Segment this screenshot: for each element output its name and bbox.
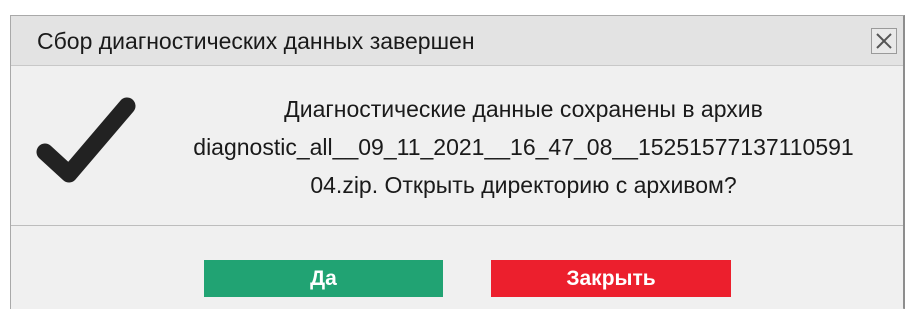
yes-button[interactable]: Да: [204, 260, 443, 297]
button-bar: Да Закрыть: [11, 227, 903, 309]
close-button[interactable]: Закрыть: [491, 260, 731, 297]
message-line-2: diagnostic_all__09_11_2021__16_47_08__15…: [193, 134, 854, 160]
message-text: Диагностические данные сохранены в архив…: [151, 90, 896, 204]
message-line-3: 04.zip. Открыть директорию с архивом?: [310, 172, 737, 198]
diagnostics-dialog: Сбор диагностических данных завершен Диа…: [10, 15, 905, 309]
close-window-button[interactable]: [871, 28, 897, 54]
checkmark-icon: [36, 97, 136, 183]
dialog-title: Сбор диагностических данных завершен: [37, 28, 475, 54]
close-x-icon: [876, 33, 892, 49]
message-area: Диагностические данные сохранены в архив…: [11, 66, 903, 226]
message-line-1: Диагностические данные сохранены в архив: [284, 96, 763, 122]
title-bar[interactable]: Сбор диагностических данных завершен: [11, 16, 903, 66]
